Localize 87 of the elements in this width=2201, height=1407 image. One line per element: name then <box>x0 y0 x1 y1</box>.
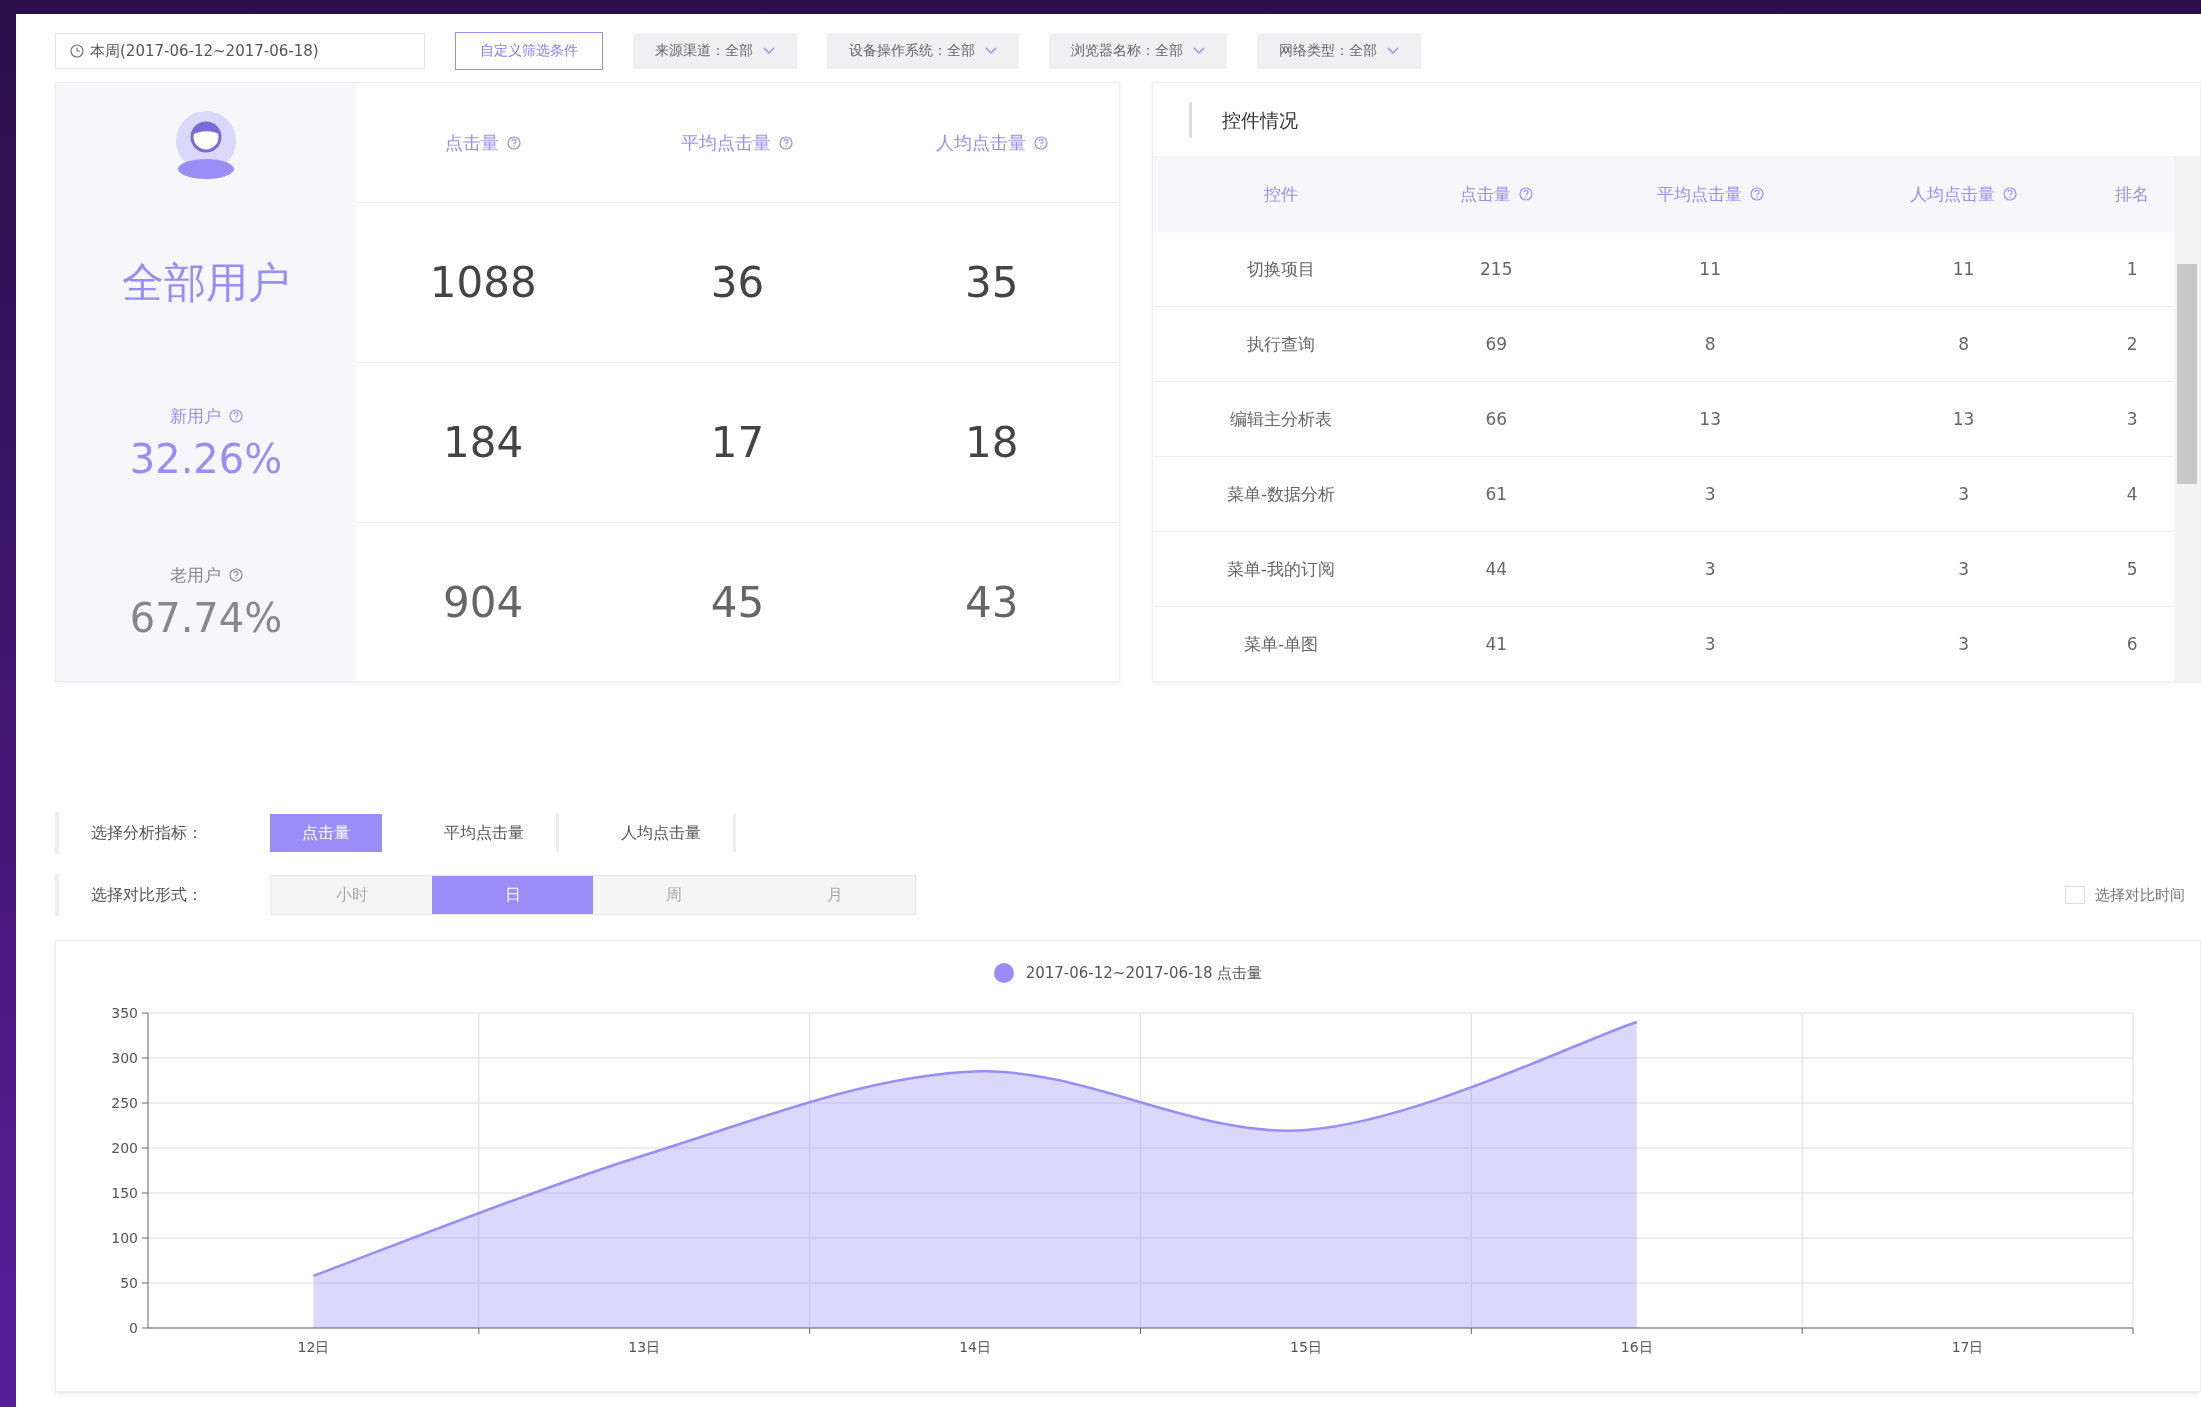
table-cell: 执行查询 <box>1153 306 1410 382</box>
axis-tick-label: 13日 <box>628 1339 661 1355</box>
stat-value: 904 <box>443 577 524 627</box>
table-cell: 13 <box>1583 381 1837 457</box>
axis-tick-label: 12日 <box>297 1339 330 1355</box>
help-icon <box>2003 187 2018 201</box>
column-header: 控件 <box>1264 182 1299 206</box>
scrollbar[interactable] <box>2174 156 2200 681</box>
stat-value: 35 <box>965 258 1019 307</box>
table-cell: 菜单-单图 <box>1153 606 1410 681</box>
stat-value: 36 <box>710 258 765 307</box>
caret-icon <box>1387 47 1399 55</box>
column-header: 点击量 <box>445 130 500 155</box>
table-cell: 8 <box>1583 306 1837 382</box>
help-icon <box>1749 187 1764 201</box>
period-tab[interactable]: 日 <box>432 876 593 914</box>
stat-value: 43 <box>965 577 1019 627</box>
stat-value: 17 <box>710 418 765 467</box>
stat-value: 184 <box>443 418 524 467</box>
stat-value: 18 <box>965 418 1019 467</box>
filter-dropdown[interactable]: 浏览器名称：全部 <box>1049 33 1227 69</box>
axis-tick-label: 0 <box>129 1320 138 1336</box>
filter-dropdown[interactable]: 设备操作系统：全部 <box>827 33 1019 69</box>
table-cell: 69 <box>1409 306 1584 382</box>
table-cell: 3 <box>1583 606 1837 681</box>
table-cell: 66 <box>1409 381 1584 457</box>
axis-tick-label: 350 <box>111 1005 138 1021</box>
help-icon <box>1518 187 1533 201</box>
metric-tab[interactable]: 点击量 <box>270 814 382 852</box>
user-group-label: 新用户 <box>169 404 221 428</box>
table-cell: 编辑主分析表 <box>1153 381 1410 457</box>
column-header: 点击量 <box>1459 182 1511 206</box>
caret-icon <box>1193 47 1205 55</box>
checkbox-label: 选择对比时间 <box>2095 885 2185 905</box>
user-group-label: 老用户 <box>169 563 221 587</box>
column-header: 平均点击量 <box>681 130 772 155</box>
table-cell: 3 <box>1836 531 2091 607</box>
axis-tick-label: 250 <box>111 1095 138 1111</box>
help-icon <box>228 409 243 423</box>
table-cell: 215 <box>1409 232 1584 307</box>
table-cell: 3 <box>1836 456 2091 532</box>
filter-dropdown[interactable]: 来源渠道：全部 <box>633 33 797 69</box>
axis-tick-label: 50 <box>120 1275 138 1291</box>
help-icon <box>1033 135 1048 150</box>
table-cell: 41 <box>1409 606 1584 681</box>
axis-tick-label: 100 <box>111 1230 138 1246</box>
stat-value: 45 <box>710 577 765 627</box>
table-cell: 3 <box>1836 606 2091 681</box>
filter-dropdown[interactable]: 网络类型：全部 <box>1257 33 1421 69</box>
checkbox[interactable] <box>2065 886 2085 904</box>
axis-tick-label: 200 <box>111 1140 138 1156</box>
axis-tick-label: 17日 <box>1951 1339 1984 1355</box>
axis-tick-label: 14日 <box>959 1339 991 1355</box>
column-header: 人均点击量 <box>1910 182 1996 206</box>
table-cell: 6 <box>2090 606 2174 681</box>
table-cell: 13 <box>1836 381 2091 457</box>
table-cell: 44 <box>1409 531 1584 607</box>
help-icon <box>779 135 794 150</box>
axis-tick-label: 15日 <box>1290 1339 1322 1355</box>
table-cell: 61 <box>1409 456 1584 532</box>
custom-filter-button[interactable]: 自定义筛选条件 <box>455 32 603 70</box>
column-header: 平均点击量 <box>1656 182 1742 206</box>
section-title: 控件情况 <box>1189 101 1298 138</box>
caret-icon <box>763 47 775 55</box>
table-cell: 11 <box>1583 232 1837 307</box>
clock-icon <box>70 44 84 58</box>
help-icon <box>228 568 243 582</box>
percentage: 67.74% <box>129 594 283 641</box>
column-header: 人均点击量 <box>935 130 1026 155</box>
help-icon <box>507 135 522 150</box>
table-cell: 菜单-数据分析 <box>1153 456 1410 532</box>
table-cell: 3 <box>1583 531 1837 607</box>
caret-icon <box>985 47 997 55</box>
axis-tick-label: 16日 <box>1620 1339 1653 1355</box>
date-range-field[interactable]: 本周(2017-06-12~2017-06-18) <box>55 33 425 69</box>
table-cell: 菜单-我的订阅 <box>1153 531 1410 607</box>
table-cell: 11 <box>1836 232 2091 307</box>
axis-tick-label: 300 <box>111 1050 138 1066</box>
user-group-title: 全部用户 <box>122 257 290 309</box>
legend-label: 2017-06-12~2017-06-18 点击量 <box>1025 963 1263 983</box>
table-cell: 切换项目 <box>1153 232 1410 307</box>
table-cell: 3 <box>1583 456 1837 532</box>
stat-value: 1088 <box>429 258 537 307</box>
column-header: 排名 <box>2115 182 2150 206</box>
axis-tick-label: 150 <box>111 1185 138 1201</box>
table-cell: 8 <box>1836 306 2091 382</box>
percentage: 32.26% <box>129 435 283 482</box>
